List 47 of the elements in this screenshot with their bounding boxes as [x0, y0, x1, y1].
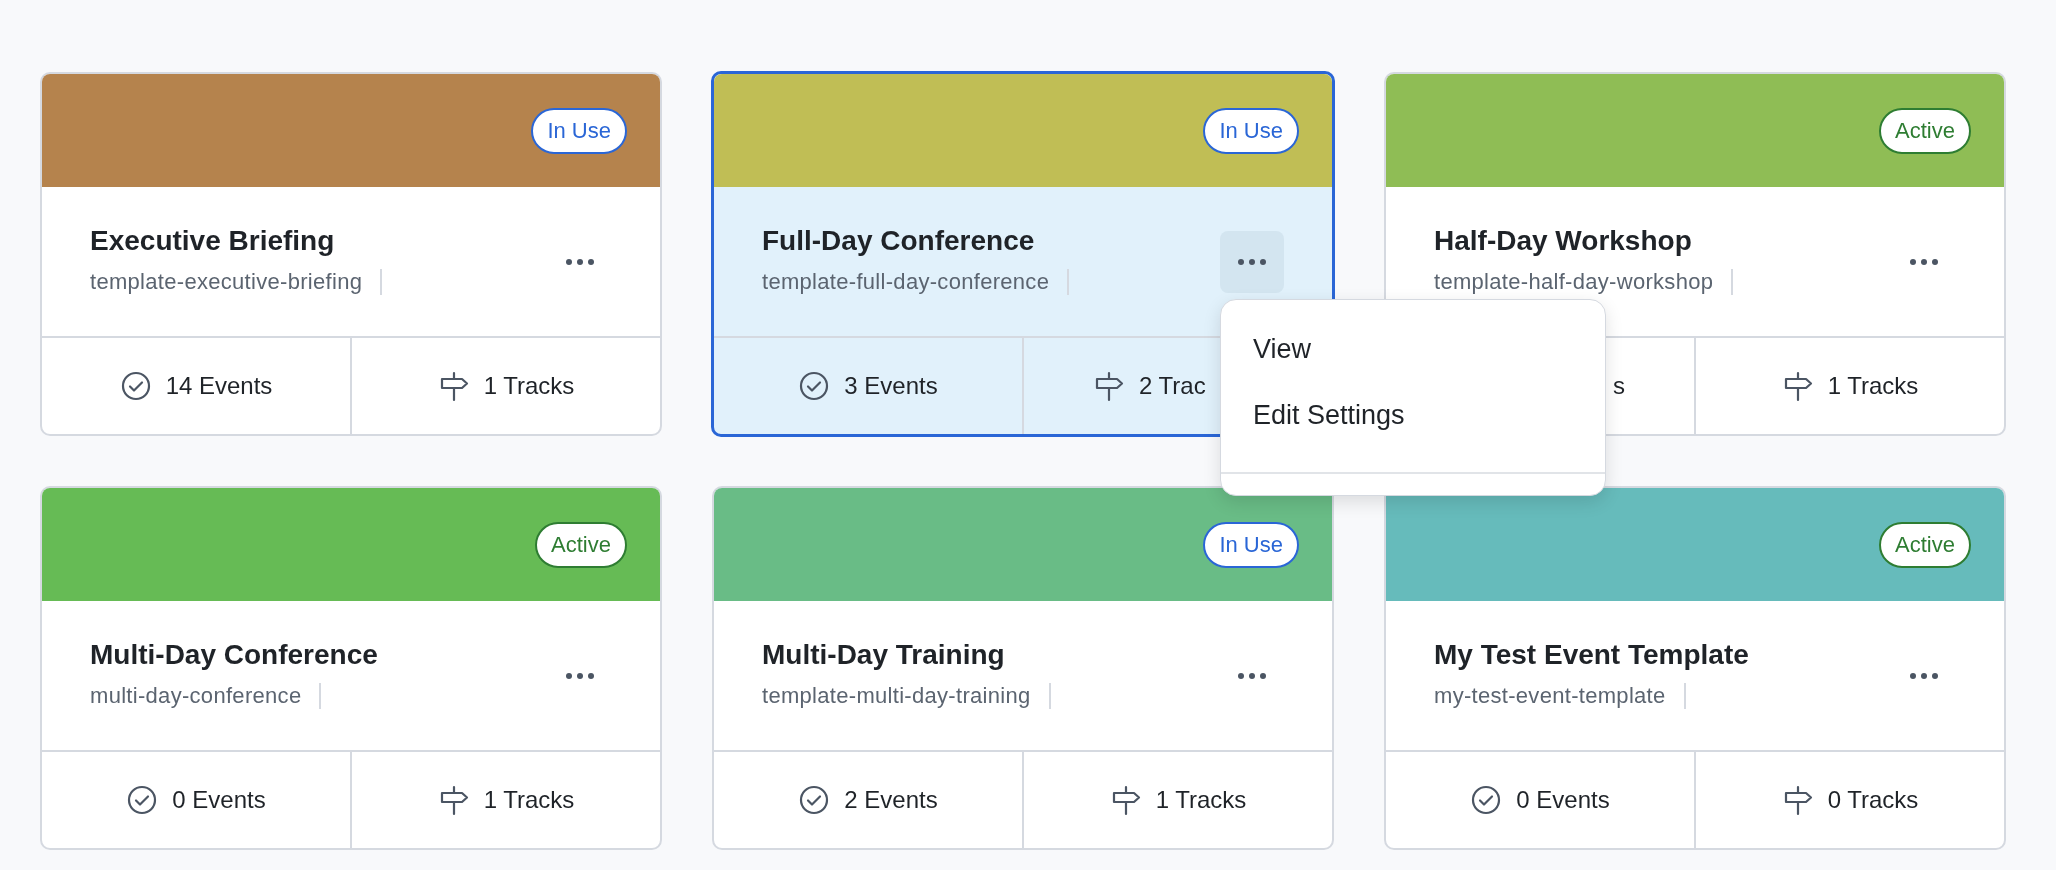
more-button[interactable] [1220, 230, 1284, 293]
more-icon [565, 257, 595, 266]
check-circle-icon [798, 784, 831, 816]
tracks-count: 1 Tracks [1827, 372, 1919, 400]
events-count: 2 Events [844, 786, 938, 814]
events-count: 14 Events [165, 372, 273, 400]
more-icon [1909, 257, 1939, 266]
template-title: Executive Briefing [90, 224, 336, 257]
check-circle-icon [1470, 784, 1503, 816]
tracks-count: 1 Tracks [483, 372, 575, 400]
template-title: Half-Day Workshop [1434, 224, 1693, 257]
status-badge: Active [1879, 107, 1971, 154]
events-count: 0 Events [1516, 786, 1610, 814]
tracks-count: 1 Tracks [483, 786, 575, 814]
template-slug: template-full-day-conference [762, 268, 1070, 295]
signpost-icon [1093, 370, 1125, 402]
more-icon [565, 671, 595, 680]
template-slug: my-test-event-template [1434, 682, 1686, 709]
template-card[interactable]: In Use Multi-Day Training template-multi-day-training 2 Events 1 Tracks [712, 486, 1334, 850]
more-icon [1237, 257, 1267, 266]
template-slug: template-multi-day-training [762, 682, 1051, 709]
events-count: 3 Events [844, 372, 938, 400]
more-icon [1909, 671, 1939, 680]
template-title: Multi-Day Training [762, 638, 1006, 671]
tracks-count: 2 Trac [1139, 372, 1206, 400]
status-badge: Active [535, 521, 627, 568]
template-card[interactable]: In Use Executive Briefing template-executive-briefing 14 Events 1 Tracks [40, 72, 662, 436]
status-badge: In Use [1203, 521, 1299, 568]
check-circle-icon [798, 370, 831, 402]
check-circle-icon [126, 784, 159, 816]
status-badge: In Use [531, 107, 627, 154]
template-title: Multi-Day Conference [90, 638, 379, 671]
more-icon [1237, 671, 1267, 680]
events-count: s [1613, 372, 1625, 400]
tracks-count: 0 Tracks [1827, 786, 1919, 814]
status-badge: Active [1879, 521, 1971, 568]
template-card[interactable]: Active Multi-Day Conference multi-day-conference 0 Events 1 Tracks [40, 486, 662, 850]
check-circle-icon [119, 370, 152, 402]
template-slug: template-executive-briefing [90, 268, 383, 295]
template-slug: multi-day-conference [90, 682, 322, 709]
template-title: My Test Event Template [1434, 638, 1750, 671]
tracks-count: 1 Tracks [1155, 786, 1247, 814]
status-badge: In Use [1203, 107, 1299, 154]
template-title: Full-Day Conference [762, 224, 1036, 257]
template-card[interactable]: Active My Test Event Template my-test-event-template 0 Events 0 Tracks [1384, 486, 2006, 850]
events-count: 0 Events [172, 786, 266, 814]
template-slug: template-half-day-workshop [1434, 268, 1734, 295]
